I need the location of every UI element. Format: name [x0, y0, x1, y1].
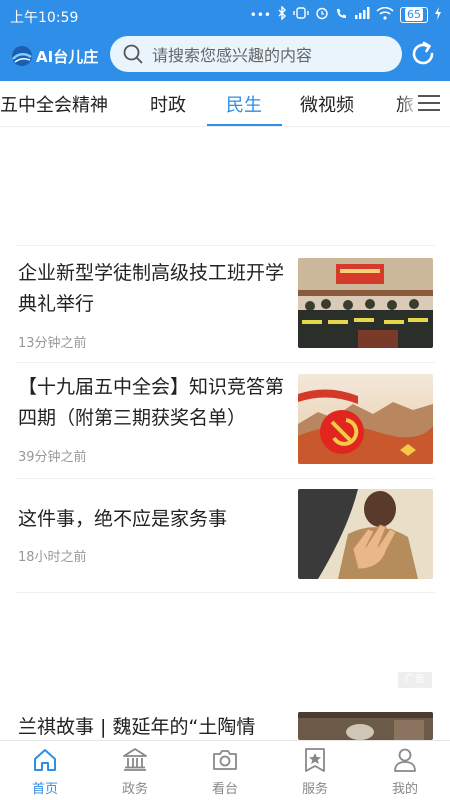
- news-thumbnail-party: [298, 374, 433, 464]
- status-icons: ••• 65: [249, 5, 442, 23]
- feed-divider: [15, 362, 435, 363]
- nav-service-label: 服务: [301, 782, 328, 797]
- app-logo[interactable]: AI台儿庄: [10, 41, 98, 71]
- search-input[interactable]: 请搜索您感兴趣的内容: [110, 36, 402, 72]
- feed-divider: [15, 478, 435, 479]
- feed-divider: [15, 245, 435, 246]
- nav-government-label: 政务: [121, 782, 148, 797]
- government-icon: [123, 748, 147, 771]
- bluetooth-icon: [277, 5, 287, 23]
- nav-government[interactable]: 政务: [90, 741, 180, 800]
- logo-mark-icon: [12, 46, 32, 66]
- home-icon: [34, 749, 56, 771]
- news-thumbnail-pottery: [298, 712, 433, 740]
- nav-home[interactable]: 首页: [0, 741, 90, 800]
- nav-home-label: 首页: [31, 782, 58, 797]
- tab-shizheng[interactable]: 时政: [150, 91, 186, 117]
- call-icon: [335, 7, 348, 23]
- tab-weishipin[interactable]: 微视频: [300, 91, 354, 117]
- active-tab-indicator: [207, 124, 282, 126]
- nav-watch-label: 看台: [211, 782, 238, 797]
- news-thumbnail-meeting: [298, 258, 433, 348]
- news-item[interactable]: 企业新型学徒制高级技工班开学典礼举行 13分钟之前: [0, 250, 450, 362]
- news-title: 兰祺故事 | 魏延年的“土陶情: [18, 716, 256, 738]
- nav-profile[interactable]: 我的: [360, 741, 450, 800]
- news-title: 企业新型学徒制高级技工班开学典礼举行: [18, 262, 285, 315]
- app-header: 上午10:59 ••• 65 AI台儿庄 请搜索您感兴趣的内容: [0, 0, 450, 81]
- camera-icon: [213, 750, 237, 770]
- tab-minsheng[interactable]: 民生: [226, 91, 262, 117]
- menu-icon[interactable]: [416, 92, 442, 114]
- news-title: 这件事，绝不应是家务事: [18, 508, 228, 530]
- status-time: 上午10:59: [10, 10, 79, 26]
- signal-icon: [354, 7, 370, 22]
- news-time: 13分钟之前: [18, 336, 87, 351]
- status-bar: 上午10:59 ••• 65: [0, 0, 450, 32]
- news-item[interactable]: 【十九届五中全会】知识竞答第四期（附第三期获奖名单） 39分钟之前: [0, 366, 450, 478]
- user-icon: [394, 748, 416, 772]
- refresh-icon[interactable]: [408, 39, 438, 69]
- nav-watch[interactable]: 看台: [180, 741, 270, 800]
- tab-wuzhong[interactable]: 五中全会精神: [0, 91, 108, 117]
- news-thumbnail-hand: [298, 489, 433, 579]
- bottom-navigation: 首页 政务 看台 服务 我的: [0, 740, 450, 800]
- charging-icon: [434, 6, 442, 23]
- alarm-icon: [315, 6, 329, 23]
- ad-badge: 广告: [398, 672, 432, 688]
- news-time: 39分钟之前: [18, 450, 87, 465]
- wifi-icon: [376, 6, 394, 23]
- app-bar: AI台儿庄 请搜索您感兴趣的内容: [0, 32, 450, 81]
- vibrate-icon: [293, 7, 309, 22]
- news-time: 18小时之前: [18, 550, 87, 565]
- more-dots-icon: •••: [249, 7, 271, 22]
- news-title: 【十九届五中全会】知识竞答第四期（附第三期获奖名单）: [18, 376, 285, 429]
- service-star-icon: [305, 748, 325, 772]
- logo-text: AI台儿庄: [36, 47, 99, 66]
- nav-profile-label: 我的: [391, 782, 418, 797]
- news-item[interactable]: 这件事，绝不应是家务事 18小时之前: [0, 482, 450, 594]
- search-placeholder: 请搜索您感兴趣的内容: [152, 46, 313, 65]
- battery-icon: 65: [400, 6, 428, 23]
- search-icon: [123, 44, 143, 64]
- channel-tabs: 五中全会精神 时政 民生 微视频 旅: [0, 81, 450, 127]
- feed-divider: [15, 592, 435, 593]
- nav-service[interactable]: 服务: [270, 741, 360, 800]
- battery-level: 65: [405, 7, 423, 21]
